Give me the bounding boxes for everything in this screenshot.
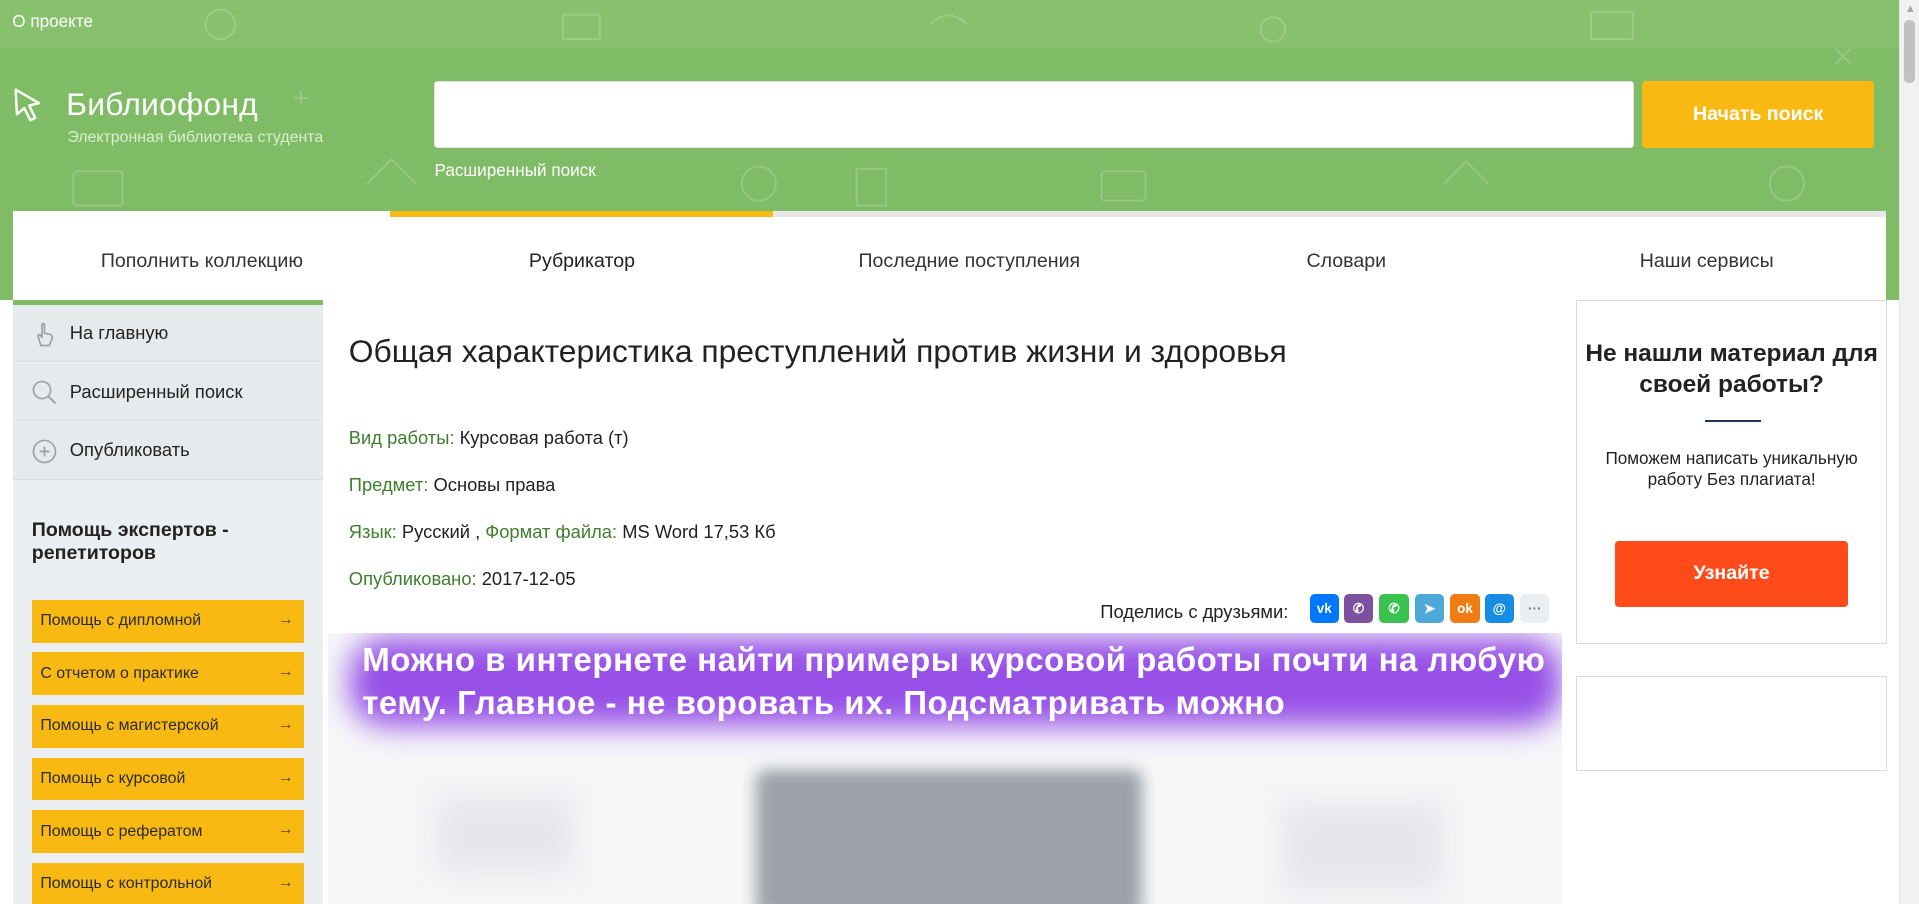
help-essay-button[interactable]: Помощь с рефератом → [31,810,304,854]
arrow-right-icon: → [277,663,294,681]
odnoklassniki-icon[interactable]: ok [1450,593,1480,623]
promo-divider [1704,419,1761,422]
nav-item-latest[interactable]: Последние поступления [773,211,1165,300]
help-button-label: Помощь с рефератом [40,822,203,840]
arrow-right-icon: → [277,821,294,839]
arrow-right-icon: → [277,768,294,786]
help-master-button[interactable]: Помощь с магистерской → [31,704,304,748]
telegram-icon[interactable]: ➤ [1414,593,1445,623]
help-button-label: Помощь с курсовой [40,769,186,787]
format-value: MS Word 17,53 Кб [622,521,776,543]
help-test-button[interactable]: Помощь с контрольной → [31,862,304,904]
help-button-label: С отчетом о практике [40,664,199,682]
hand-pointer-icon [36,322,53,346]
scrollbar-thumb[interactable] [1904,19,1916,84]
blurred-image [756,769,1142,904]
share-label: Поделись с друзьями: [1100,600,1289,622]
nav-item-services[interactable]: Наши сервисы [1527,211,1886,300]
published-row: Опубликовано: 2017-12-05 [349,568,576,590]
experts-help-heading: Помощь экспертов - репетиторов [31,518,229,565]
sidebar-item-label: Опубликовать [69,439,190,461]
moimir-icon[interactable]: @ [1484,593,1514,623]
language-label: Язык: [348,521,397,543]
help-coursework-button[interactable]: Помощь с курсовой → [31,757,304,801]
whatsapp-icon[interactable]: ✆ [1379,593,1409,623]
sidebar-item-publish[interactable]: Опубликовать [13,422,324,480]
blurred-shape [1282,804,1442,890]
published-label: Опубликовано: [348,567,477,589]
left-sidebar: На главную Расширенный поиск Опубликоват… [13,299,324,904]
sidebar-item-home[interactable]: На главную [13,304,324,363]
sidebar-item-label: Расширенный поиск [69,380,243,402]
promo-banner[interactable]: Можно в интернете найти примеры курсовой… [328,632,1562,904]
promo-card: Не нашли материал для своей работы? Помо… [1576,299,1888,644]
format-label: Формат файла: [485,521,618,543]
separator: , [475,521,481,543]
blurred-shape [438,797,573,872]
subject-label: Предмет: [348,473,429,495]
main-content: Общая характеристика преступлений против… [323,299,1577,904]
logo-title[interactable]: Библиофонд [66,86,258,123]
help-button-label: Помощь с дипломной [40,612,202,630]
work-type-label: Вид работы: [348,427,455,449]
nav-item-dictionaries[interactable]: Словари [1165,211,1527,300]
subject-row: Предмет: Основы права [349,474,556,496]
empty-ad-box [1576,675,1888,772]
about-project-link[interactable]: О проекте [12,11,93,32]
logo-subtitle: Электронная библиотека студента [67,128,324,146]
more-icon[interactable]: ··· [1520,593,1550,623]
sidebar-item-label: На главную [69,321,169,343]
help-button-label: Помощь с магистерской [40,717,219,735]
search-input[interactable] [434,80,1634,149]
main-nav: Пополнить коллекцию Рубрикатор Последние… [13,210,1887,300]
start-search-button[interactable]: Начать поиск [1642,80,1874,149]
language-value: Русский [401,521,470,543]
promo-text: Поможем написать уникальную работу Без п… [1605,447,1858,489]
nav-item-add-collection[interactable]: Пополнить коллекцию [13,211,390,300]
promo-title: Не нашли материал для своей работы? [1585,339,1878,399]
advanced-search-link[interactable]: Расширенный поиск [434,160,595,181]
page-scrollbar[interactable]: ▲ [1899,0,1919,904]
work-type-value: Курсовая работа (т) [459,427,629,449]
language-format-row: Язык: Русский , Формат файла: MS Word 17… [349,521,776,543]
plus-circle-icon [32,439,56,464]
work-type-row: Вид работы: Курсовая работа (т) [349,427,629,449]
banner-text: Можно в интернете найти примеры курсовой… [362,642,1546,722]
sidebar-item-advanced-search[interactable]: Расширенный поиск [13,363,324,421]
learn-more-button[interactable]: Узнайте [1615,540,1848,607]
nav-item-rubricator[interactable]: Рубрикатор [390,211,773,300]
arrow-right-icon: → [277,610,294,628]
subject-value: Основы права [433,473,556,495]
help-practice-report-button[interactable]: С отчетом о практике → [31,652,304,696]
published-value: 2017-12-05 [481,567,576,589]
scroll-up-icon[interactable]: ▲ [1900,0,1919,20]
help-diploma-button[interactable]: Помощь с дипломной → [31,599,304,643]
vk-icon[interactable]: vk [1309,593,1339,623]
logo-cursor-icon [14,88,41,122]
arrow-right-icon: → [277,715,294,733]
page-title: Общая характеристика преступлений против… [348,332,1287,369]
magnifier-icon [32,380,56,405]
viber-icon[interactable]: ✆ [1343,593,1374,623]
help-button-label: Помощь с контрольной [40,875,213,893]
arrow-right-icon: → [277,873,294,891]
